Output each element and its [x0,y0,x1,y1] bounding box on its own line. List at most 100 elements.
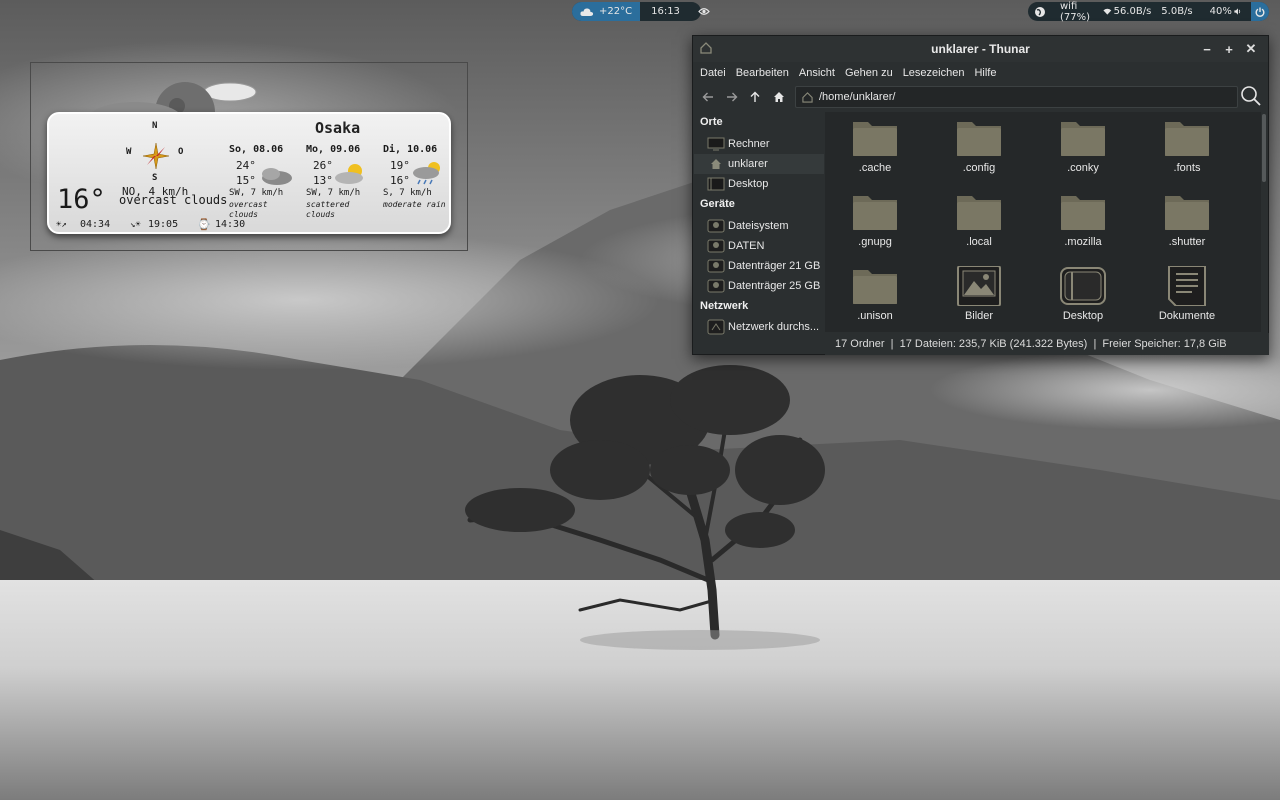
panel-network[interactable]: wifi (77%) [1060,1,1100,23]
sunset-time: 19:05 [148,219,179,230]
minimize-button[interactable]: − [1196,42,1218,57]
menu-bearbeiten[interactable]: Bearbeiten [732,67,793,79]
sunrise-time: 04:34 [80,219,111,230]
forecast-desc-2a: scattered [306,200,350,209]
file-item[interactable]: .unison [825,260,917,332]
sidebar-item-daten[interactable]: DATEN [694,236,824,256]
file-name: Desktop [1062,310,1104,322]
sunset-icon: ↘☀ [130,220,141,230]
file-name: Dokumente [1158,310,1216,322]
file-item[interactable]: .config [929,112,1021,184]
search-button[interactable] [1240,85,1262,110]
menu-datei[interactable]: Datei [696,67,730,79]
menu-ansicht[interactable]: Ansicht [795,67,839,79]
file-item[interactable]: .mozilla [1033,186,1125,258]
maximize-button[interactable]: + [1218,42,1240,57]
file-item[interactable]: .shutter [1137,186,1229,258]
sidebar-header-network: Netzwerk [700,300,749,312]
home-icon [711,159,721,169]
arrow-left-icon [702,92,713,102]
forecast-day-2: Mo, 09.06 [306,144,361,155]
sidebar-item-label: Netzwerk durchs... [728,321,820,333]
close-button[interactable]: ✕ [1240,41,1262,57]
window-titlebar[interactable]: unklarer - Thunar − + ✕ [693,36,1268,62]
folder-icon [957,196,1001,230]
sunrise-icon: ☀↗ [56,220,67,230]
arrow-up-icon [750,91,760,102]
file-item[interactable]: .cache [825,112,917,184]
folder-icon [1165,196,1209,230]
home-button[interactable] [770,88,788,106]
file-view-scrollbar[interactable] [1262,114,1266,182]
forecast-low-3: 16° [390,174,410,187]
sidebar-item-unklarer[interactable]: unklarer [694,154,824,174]
file-name: .unison [857,310,893,322]
updated-time: 14:30 [215,219,246,230]
file-item[interactable]: Dokumente [1137,260,1229,332]
forecast-day-1: So, 08.06 [229,144,284,155]
menu-gehen-zu[interactable]: Gehen zu [841,67,897,79]
folder-icon [853,196,897,230]
location-bar[interactable]: /home/unklarer/ [795,86,1238,108]
drive-icon [707,219,725,233]
drive-icon [707,239,725,253]
compass-east: O [178,147,184,157]
folder-icon [853,122,897,156]
home-icon [774,92,784,102]
sidebar-item-label: Desktop [728,178,769,190]
up-button[interactable] [746,88,764,106]
forecast-high-2: 26° [313,159,333,172]
menu-hilfe[interactable]: Hilfe [970,67,1000,79]
file-item[interactable]: .gnupg [825,186,917,258]
drive-icon [707,259,725,273]
forecast-low-2: 13° [313,174,333,187]
forward-button[interactable] [723,88,741,106]
file-name: Bilder [964,310,994,322]
cloud-icon [262,168,292,185]
panel-status-area: wifi (77%) 56.0B/s 5.0B/s 40% [1028,1,1269,23]
power-button[interactable] [1250,2,1269,21]
forecast-desc-1b: clouds [229,210,258,219]
thunar-window[interactable]: unklarer - Thunar − + ✕ Datei Bearbeiten… [692,35,1269,355]
speaker-icon[interactable] [1234,7,1241,16]
back-button[interactable] [699,88,717,106]
eye-icon[interactable] [698,7,710,16]
sidebar-item-label: Datenträger 25 GB [728,280,821,292]
file-item[interactable]: .conky [1033,112,1125,184]
forecast-wind-2: SW, 7 km/h [306,188,361,198]
sidebar-item-network-browse[interactable]: Netzwerk durchs... [694,317,824,337]
globe-icon[interactable] [1034,6,1046,18]
sidebar-item-label: DATEN [728,240,765,252]
home-icon [802,91,813,103]
folder-icon [957,122,1001,156]
menu-lesezeichen[interactable]: Lesezeichen [899,67,969,79]
forecast-high-3: 19° [390,159,410,172]
status-text: 17 Ordner | 17 Dateien: 235,7 KiB (241.3… [835,338,1227,350]
panel-download-speed: 56.0B/s [1113,6,1152,17]
toolbar: /home/unklarer/ [693,84,1268,110]
folder-icon [1061,122,1105,156]
panel-clock: 16:13 [651,6,680,17]
file-item[interactable]: Desktop [1033,260,1125,332]
panel-weather[interactable]: +22°C [572,2,641,21]
sidebar-item-datentraeger-21[interactable]: Datenträger 21 GB [694,256,824,276]
sidebar-header-places: Orte [700,116,723,128]
panel-volume[interactable]: 40% [1210,6,1232,17]
current-temperature: 16° [57,184,106,215]
sidebar-item-desktop[interactable]: Desktop [694,174,824,194]
file-name: .local [966,236,992,248]
search-icon [1241,86,1261,106]
forecast-wind-1: SW, 7 km/h [229,188,284,198]
sidebar-item-rechner[interactable]: Rechner [694,134,824,154]
compass-rose-icon [142,142,170,170]
file-item[interactable]: Bilder [929,260,1021,332]
file-view[interactable]: .cache .config .conky .fonts .gnupg .loc… [825,112,1261,332]
panel-clock-widget[interactable]: +22°C 16:13 [572,2,710,21]
sidebar-item-datentraeger-25[interactable]: Datenträger 25 GB [694,276,824,296]
file-item[interactable]: .fonts [1137,112,1229,184]
power-icon [1255,7,1265,17]
file-item[interactable]: .local [929,186,1021,258]
sidebar-item-dateisystem[interactable]: Dateisystem [694,216,824,236]
forecast-low-1: 15° [236,174,256,187]
folder-icon [1061,196,1105,230]
